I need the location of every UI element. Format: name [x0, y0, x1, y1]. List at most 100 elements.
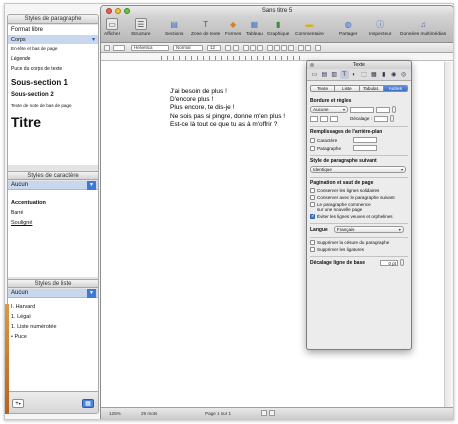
- next-style-popup[interactable]: Identique ▾: [310, 166, 406, 173]
- layout-inspector-icon[interactable]: ▤: [320, 70, 329, 79]
- font-size-field[interactable]: 12: [207, 45, 221, 51]
- chevron-down-icon[interactable]: ▼: [87, 181, 96, 190]
- offset-stepper[interactable]: [389, 115, 394, 122]
- keep-lines-together-checkbox[interactable]: [310, 188, 315, 193]
- paragraph-style-item[interactable]: Texte de note de bas de page: [8, 101, 98, 111]
- quicktime-inspector-icon[interactable]: ◎: [399, 70, 408, 79]
- border-width-stepper[interactable]: [392, 106, 396, 113]
- document-body[interactable]: J'ai besoin de plus ! D'encore plus ! Pl…: [170, 88, 285, 129]
- character-style-item[interactable]: Accentuation: [8, 198, 98, 208]
- paragraph-style-item[interactable]: Format libre: [8, 25, 98, 35]
- toolbar-table-button[interactable]: ▦ Tableau: [246, 18, 263, 38]
- border-color-swatch[interactable]: [350, 106, 374, 113]
- border-style-popup[interactable]: Aucune ▾: [310, 106, 348, 113]
- chevron-down-icon: ▾: [342, 107, 345, 112]
- toolbar-outline-button[interactable]: ☰ Structure: [131, 18, 150, 37]
- justify-button[interactable]: [288, 45, 294, 51]
- toolbar-share-button[interactable]: ◍ Partager: [339, 18, 357, 38]
- toolbar-view-button[interactable]: ▭ Afficher: [104, 18, 120, 37]
- page-up-button[interactable]: [261, 410, 267, 416]
- toolbar-label: Formes: [225, 32, 242, 37]
- chevron-down-icon[interactable]: ▼: [87, 289, 96, 298]
- paragraph-style-item-selected[interactable]: Corps ▾: [8, 35, 98, 44]
- paragraph-style-item[interactable]: Sous-section 2: [8, 89, 98, 101]
- character-style-dropdown[interactable]: Aucun ▼: [8, 181, 98, 190]
- paragraph-styles-toggle[interactable]: [104, 45, 110, 51]
- style-menu[interactable]: [113, 45, 125, 51]
- toolbar-shapes-button[interactable]: ◆ Formes: [225, 18, 242, 38]
- underline-button[interactable]: [257, 45, 263, 51]
- table-inspector-icon[interactable]: ▦: [369, 70, 378, 79]
- chevron-down-icon[interactable]: ▾: [92, 36, 95, 44]
- pagination-section: Pagination et saut de page Conserver les…: [310, 177, 408, 219]
- paragraph-style-item[interactable]: Puce du corps de texte: [8, 64, 98, 74]
- page-down-button[interactable]: [269, 410, 275, 416]
- toolbar-textbox-button[interactable]: T Zone de texte: [191, 18, 220, 38]
- paragraph-fill-checkbox[interactable]: [310, 145, 315, 151]
- font-style-field[interactable]: Normal: [173, 45, 203, 51]
- baseline-stepper[interactable]: [400, 259, 404, 266]
- align-right-button[interactable]: [281, 45, 287, 51]
- font-family-field[interactable]: Helvetica: [131, 45, 169, 51]
- tab-autres[interactable]: Autres: [383, 86, 407, 91]
- link-inspector-icon[interactable]: ◉: [389, 70, 398, 79]
- border-side-button[interactable]: [310, 115, 318, 122]
- list-style-item[interactable]: 1. Légal: [8, 312, 98, 322]
- drawer-view-toggle[interactable]: ▦: [82, 399, 94, 408]
- toolbar-inspector-button[interactable]: ⓘ Inspecteur: [369, 18, 391, 38]
- tab-liste[interactable]: Liste: [335, 86, 360, 91]
- paragraph-style-item[interactable]: En-tête et bas de page: [8, 44, 98, 54]
- add-style-button[interactable]: +▾: [12, 399, 24, 408]
- line-spacing-button[interactable]: [298, 45, 304, 51]
- paragraph-style-item[interactable]: Légende: [8, 54, 98, 64]
- baseline-field[interactable]: 0 pt: [380, 259, 398, 266]
- list-bullets-button[interactable]: [315, 45, 321, 51]
- columns-button[interactable]: [305, 45, 311, 51]
- italic-button[interactable]: [250, 45, 256, 51]
- vertical-scrollbar[interactable]: [444, 62, 453, 407]
- paragraph-style-item[interactable]: Sous-section 1: [8, 74, 98, 89]
- list-style-dropdown[interactable]: Aucun ▼: [8, 289, 98, 298]
- suppress-hyphenation-checkbox[interactable]: [310, 240, 315, 245]
- toolbar-comment-button[interactable]: ▬ Commentaire: [295, 18, 324, 38]
- toolbar-sections-button[interactable]: ▤ Sections: [165, 18, 183, 38]
- metrics-inspector-icon[interactable]: ⬚: [360, 70, 369, 79]
- tab-tabulations[interactable]: Tabulat.: [359, 86, 384, 91]
- minimize-icon[interactable]: [115, 8, 121, 14]
- character-style-item[interactable]: Souligné: [8, 218, 98, 228]
- text-inspector-icon[interactable]: T: [339, 70, 349, 79]
- zoom-level[interactable]: 125%: [109, 411, 121, 416]
- character-fill-checkbox[interactable]: [310, 137, 315, 143]
- character-style-item[interactable]: Barré: [8, 208, 98, 218]
- widow-orphan-checkbox[interactable]: [310, 213, 315, 219]
- keep-with-next-checkbox[interactable]: [310, 195, 315, 200]
- border-side-button[interactable]: [330, 115, 338, 122]
- page-break-before-checkbox[interactable]: [310, 202, 315, 207]
- zoom-icon[interactable]: [124, 8, 130, 14]
- wrap-inspector-icon[interactable]: ▥: [330, 70, 339, 79]
- language-popup[interactable]: Français ▾: [333, 226, 404, 233]
- text-color-swatch[interactable]: [225, 45, 231, 51]
- suppress-ligatures-checkbox[interactable]: [310, 247, 315, 252]
- align-left-button[interactable]: [267, 45, 273, 51]
- paragraph-fill-color[interactable]: [353, 145, 377, 151]
- tab-texte[interactable]: Texte: [311, 86, 336, 91]
- border-width-field[interactable]: [376, 106, 390, 113]
- bold-button[interactable]: [243, 45, 249, 51]
- close-icon[interactable]: [310, 63, 314, 67]
- paragraph-style-item[interactable]: Titre: [8, 111, 98, 132]
- close-icon[interactable]: [106, 8, 112, 14]
- list-style-item[interactable]: I. Harvard: [8, 302, 98, 312]
- highlight-color-swatch[interactable]: [233, 45, 239, 51]
- character-fill-color[interactable]: [353, 137, 377, 143]
- offset-field[interactable]: [373, 115, 388, 122]
- list-style-item[interactable]: 1. Liste numérotée: [8, 322, 98, 332]
- toolbar-media-button[interactable]: ♫ Données multimédias: [400, 18, 446, 38]
- document-inspector-icon[interactable]: ▭: [310, 70, 319, 79]
- border-side-button[interactable]: [320, 115, 328, 122]
- toolbar-chart-button[interactable]: ▮ Graphique: [267, 18, 289, 38]
- list-style-item[interactable]: • Puce: [8, 332, 98, 342]
- graphic-inspector-icon[interactable]: ◐: [350, 70, 359, 79]
- align-center-button[interactable]: [274, 45, 280, 51]
- chart-inspector-icon[interactable]: ▮: [379, 70, 388, 79]
